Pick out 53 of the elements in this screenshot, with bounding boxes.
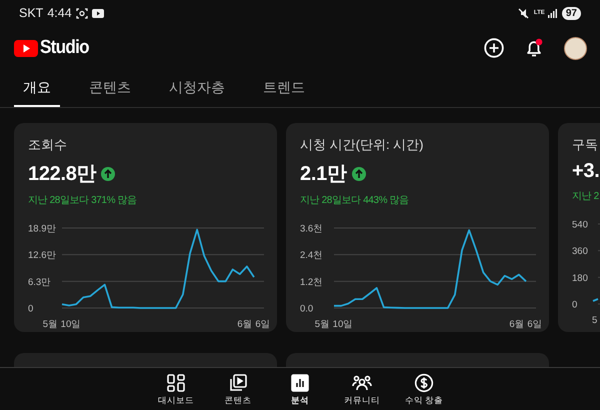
axis-label: 180 (572, 272, 588, 284)
axis-label: 6월 6일 (237, 319, 271, 330)
play-logo-icon (14, 40, 38, 56)
tab[interactable]: 시청자층 (160, 70, 234, 107)
tab[interactable]: 개요 (14, 70, 60, 107)
axis-label: 360 (572, 246, 588, 258)
axis-label: 5 (592, 315, 598, 326)
add-icon[interactable] (484, 38, 504, 58)
axis-label: 5월 10일 (42, 319, 82, 330)
nav-item[interactable]: 커뮤니티 (331, 368, 393, 410)
clock-time: 4:44 (47, 6, 72, 20)
axis-label: 6.3만 (28, 276, 52, 288)
axis-label: 0.0 (300, 304, 314, 314)
card-title: 구독 (572, 136, 599, 153)
screenshot-icon (76, 8, 88, 18)
dashboard-grid-icon (166, 373, 186, 393)
tab[interactable]: 트렌드 (254, 70, 314, 107)
axis-label: 1.2천 (300, 276, 324, 288)
bar-chart-icon (290, 373, 310, 393)
axis-label: 12.6만 (28, 250, 56, 262)
axis-label: 0 (28, 304, 34, 314)
mute-icon (518, 8, 529, 18)
nav-item[interactable]: 분석 (269, 368, 331, 410)
nav-item[interactable]: 수익 창출 (393, 368, 455, 410)
change-text: 지난 28일보다 371% 많음 (28, 194, 138, 207)
axis-label: 5월 10일 (314, 319, 354, 330)
chart-line (592, 298, 598, 302)
tab[interactable]: 콘텐츠 (80, 70, 140, 107)
card-title: 조회수 (28, 136, 68, 153)
app-logo-text: Studio (40, 37, 89, 59)
video-library-icon (228, 373, 248, 393)
nav-item[interactable]: 대시보드 (145, 368, 207, 410)
metric-value: +3. (572, 160, 600, 183)
axis-label: 540 (572, 220, 588, 230)
notification-bell-icon[interactable] (524, 38, 544, 58)
dollar-circle-icon (414, 373, 434, 393)
axis-label: 18.9만 (28, 224, 56, 234)
signal-icon (548, 8, 557, 18)
metric-value: 2.1만 (300, 162, 347, 187)
carrier-label: SKT (19, 6, 44, 20)
axis-label: 6월 6일 (509, 319, 543, 330)
card-title: 시청 시간(단위: 시간) (300, 136, 424, 153)
axis-label: 3.6천 (300, 224, 324, 234)
axis-label: 0 (572, 300, 578, 310)
battery-level: 97 (562, 6, 581, 20)
avatar[interactable] (564, 36, 587, 60)
change-text: 지난 28일보다 443% 많음 (300, 194, 410, 207)
nav-item[interactable]: 콘텐츠 (207, 368, 269, 410)
people-icon (352, 373, 372, 393)
axis-label: 2.4천 (300, 250, 324, 262)
metric-value: 122.8만 (28, 162, 96, 187)
change-text: 지난 2 (572, 190, 600, 203)
video-play-icon (92, 8, 104, 18)
